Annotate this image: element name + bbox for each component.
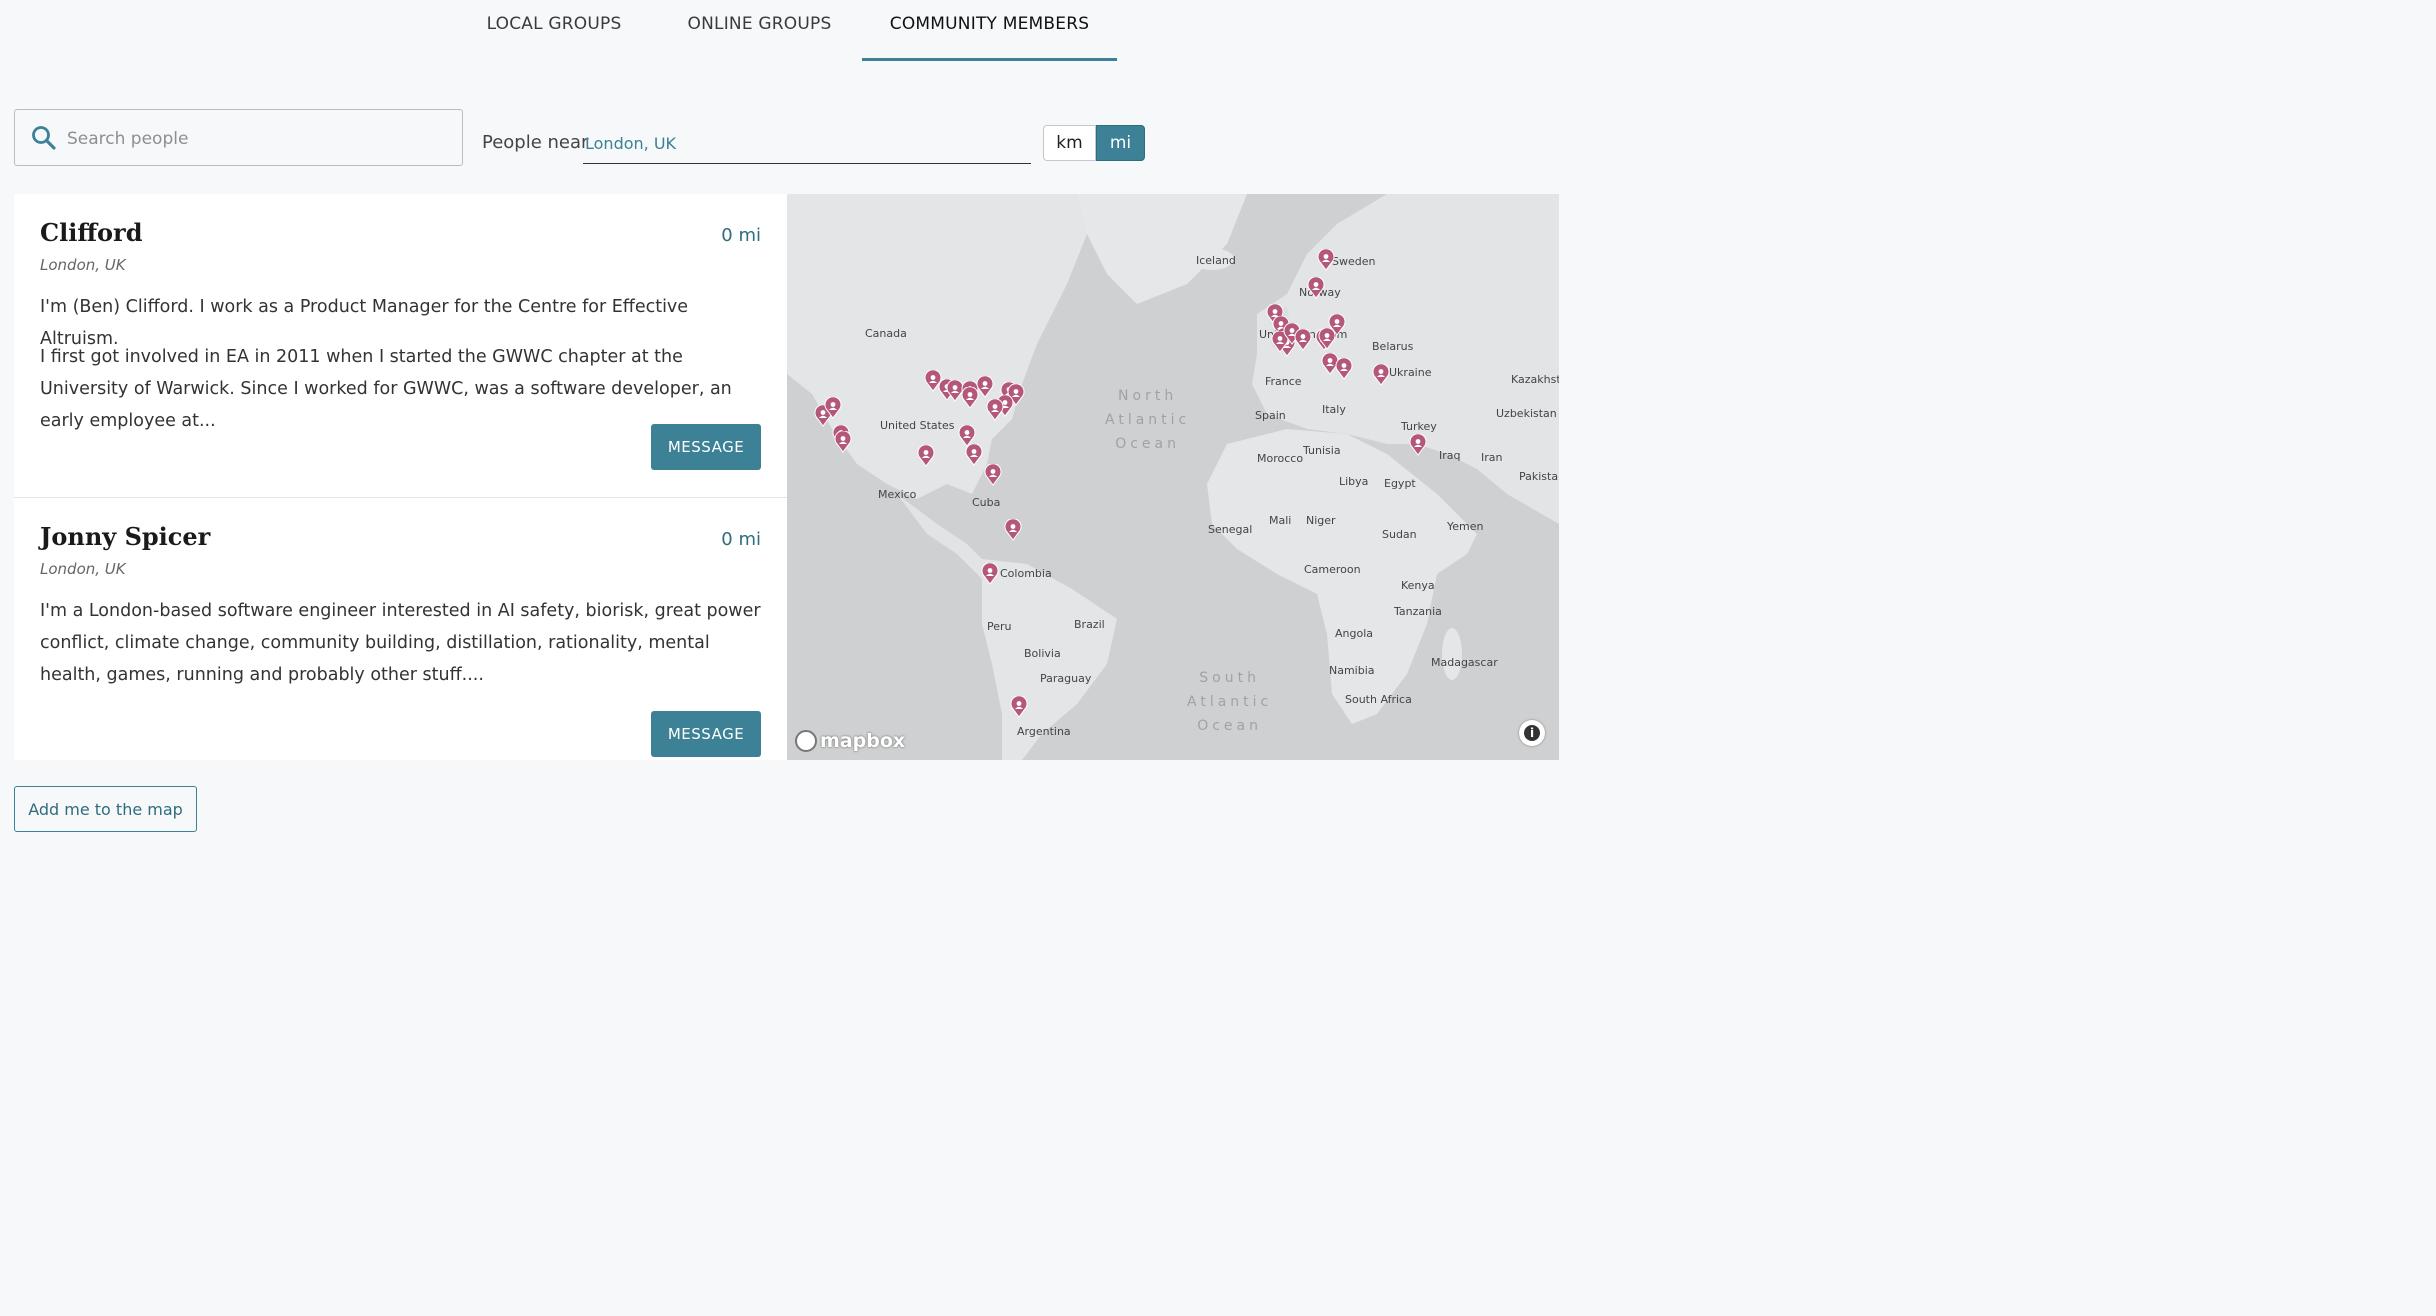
member-name[interactable]: Jonny Spicer bbox=[40, 522, 210, 551]
map-label: Kazakhstan bbox=[1511, 373, 1559, 386]
map-label: Belarus bbox=[1372, 340, 1414, 353]
member-pin-icon[interactable] bbox=[984, 463, 1002, 486]
member-pin-icon[interactable] bbox=[986, 398, 1004, 421]
member-pin-icon[interactable] bbox=[1307, 276, 1325, 299]
mi-button[interactable]: mi bbox=[1096, 125, 1145, 161]
info-icon: i bbox=[1524, 725, 1540, 741]
member-location: London, UK bbox=[40, 256, 126, 274]
map-land bbox=[787, 194, 1559, 760]
member-pin-icon[interactable] bbox=[965, 443, 983, 466]
map-label: Angola bbox=[1335, 627, 1374, 640]
ocean-label: South Atlantic Ocean bbox=[1187, 670, 1273, 734]
tab-bar: LOCAL GROUPS ONLINE GROUPS COMMUNITY MEM… bbox=[0, 0, 1568, 61]
member-bio-more: I first got involved in EA in 2011 when … bbox=[40, 347, 732, 431]
map-label: Cuba bbox=[972, 496, 1001, 509]
mapbox-logo[interactable]: mapbox bbox=[795, 730, 905, 752]
map-label: United States bbox=[880, 419, 955, 432]
map-label: Paraguay bbox=[1040, 672, 1092, 685]
member-pin-icon[interactable] bbox=[917, 444, 935, 467]
map-label: Yemen bbox=[1447, 520, 1484, 533]
member-pin-icon[interactable] bbox=[1294, 328, 1312, 351]
map-label: Egypt bbox=[1384, 477, 1416, 490]
location-input[interactable] bbox=[583, 124, 1031, 164]
map-label: Sudan bbox=[1382, 528, 1417, 541]
map[interactable]: IcelandSwedenNorwayCanadaUnited KingdomB… bbox=[787, 194, 1559, 760]
map-label: Italy bbox=[1322, 403, 1346, 416]
map-label: Morocco bbox=[1257, 452, 1304, 465]
member-pin-icon[interactable] bbox=[834, 430, 852, 453]
unit-toggle: km mi bbox=[1043, 125, 1145, 161]
map-label: Pakistan bbox=[1519, 470, 1559, 483]
tab-local-groups[interactable]: LOCAL GROUPS bbox=[470, 14, 638, 58]
map-label: Canada bbox=[865, 327, 907, 340]
map-label: France bbox=[1265, 375, 1302, 388]
member-pin-icon[interactable] bbox=[1409, 433, 1427, 456]
map-label: Niger bbox=[1306, 514, 1336, 527]
map-label: Tanzania bbox=[1394, 605, 1442, 618]
map-label: Brazil bbox=[1074, 618, 1105, 631]
member-pin-icon[interactable] bbox=[976, 375, 994, 398]
map-label: Sweden bbox=[1332, 255, 1376, 268]
member-distance: 0 mi bbox=[721, 225, 761, 246]
member-card: Jonny Spicer 0 mi London, UK I'm a Londo… bbox=[14, 497, 787, 760]
message-button[interactable]: MESSAGE bbox=[651, 711, 761, 757]
member-name[interactable]: Clifford bbox=[40, 218, 142, 247]
member-pin-icon[interactable] bbox=[1335, 357, 1353, 380]
map-label: Ukraine bbox=[1389, 366, 1432, 379]
search-icon bbox=[32, 126, 56, 150]
member-pin-icon[interactable] bbox=[824, 396, 842, 419]
member-pin-icon[interactable] bbox=[1004, 518, 1022, 541]
member-pin-icon[interactable] bbox=[1318, 327, 1336, 350]
map-label: Cameroon bbox=[1304, 563, 1361, 576]
map-label: Uzbekistan bbox=[1496, 407, 1557, 420]
map-label: Iraq bbox=[1439, 449, 1461, 462]
add-me-to-map-button[interactable]: Add me to the map bbox=[14, 786, 197, 832]
member-list: Clifford 0 mi London, UK I'm (Ben) Cliff… bbox=[14, 194, 787, 760]
tab-online-groups[interactable]: ONLINE GROUPS bbox=[668, 14, 851, 58]
map-label: Argentina bbox=[1017, 725, 1071, 738]
mapbox-logo-icon bbox=[795, 730, 817, 752]
map-info-button[interactable]: i bbox=[1519, 720, 1545, 746]
map-label: Senegal bbox=[1208, 523, 1253, 536]
map-label: Turkey bbox=[1401, 420, 1437, 433]
map-label: Spain bbox=[1255, 409, 1286, 422]
map-label: Colombia bbox=[1000, 567, 1052, 580]
member-pin-icon[interactable] bbox=[1372, 363, 1390, 386]
member-pin-icon[interactable] bbox=[1317, 248, 1335, 271]
member-location: London, UK bbox=[40, 560, 126, 578]
map-label: Libya bbox=[1339, 475, 1369, 488]
map-label: Namibia bbox=[1329, 664, 1375, 677]
map-label: Mexico bbox=[878, 488, 917, 501]
map-label: Iran bbox=[1481, 451, 1503, 464]
map-label: Tunisia bbox=[1303, 444, 1341, 457]
member-distance: 0 mi bbox=[721, 529, 761, 550]
km-button[interactable]: km bbox=[1043, 125, 1096, 161]
map-label: South Africa bbox=[1345, 693, 1412, 706]
message-button[interactable]: MESSAGE bbox=[651, 424, 761, 470]
map-label: Mali bbox=[1269, 514, 1292, 527]
map-label: Peru bbox=[987, 620, 1012, 633]
member-pin-icon[interactable] bbox=[1010, 695, 1028, 718]
map-label: Kenya bbox=[1401, 579, 1435, 592]
map-label: Bolivia bbox=[1024, 647, 1061, 660]
map-label: Madagascar bbox=[1431, 656, 1498, 669]
ocean-label: North Atlantic Ocean bbox=[1105, 388, 1191, 452]
search-box bbox=[14, 109, 463, 167]
tab-community-members[interactable]: COMMUNITY MEMBERS bbox=[862, 14, 1117, 61]
mapbox-attribution: mapbox bbox=[820, 730, 906, 752]
member-pin-icon[interactable] bbox=[981, 562, 999, 585]
search-input[interactable] bbox=[65, 110, 449, 167]
map-label: Iceland bbox=[1196, 254, 1236, 267]
member-bio: I'm a London-based software engineer int… bbox=[40, 601, 761, 685]
member-card: Clifford 0 mi London, UK I'm (Ben) Cliff… bbox=[14, 194, 787, 497]
people-near-label: People near bbox=[482, 132, 589, 153]
